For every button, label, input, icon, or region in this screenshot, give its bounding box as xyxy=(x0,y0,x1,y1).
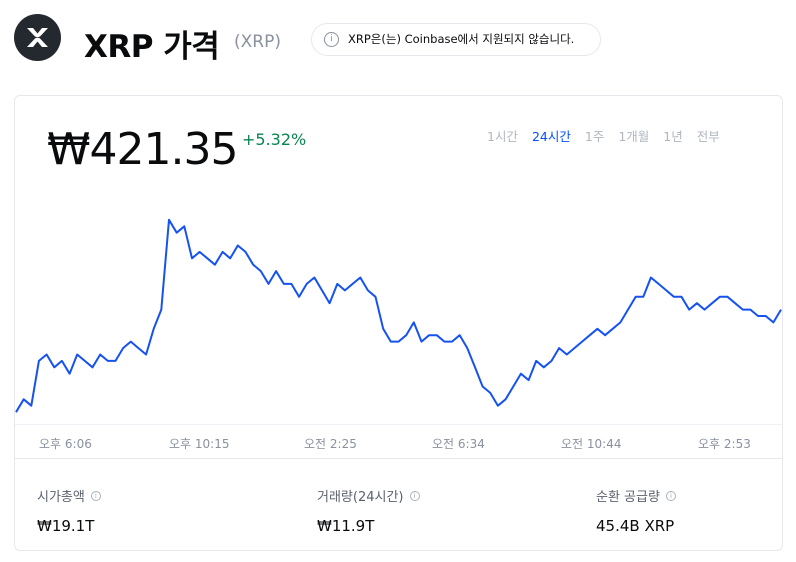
range-1h[interactable]: 1시간 xyxy=(487,126,518,145)
page-header: XRP 가격 (XRP) i XRP은(는) Coinbase에서 지원되지 않… xyxy=(14,14,774,66)
info-icon[interactable]: i xyxy=(90,490,101,501)
range-24h[interactable]: 24시간 xyxy=(532,126,571,145)
chart-axis-line xyxy=(15,424,782,425)
xrp-logo-icon xyxy=(14,14,61,61)
stat-label: 시가총액 xyxy=(37,490,85,505)
info-icon[interactable]: i xyxy=(665,490,676,501)
x-axis-label: 오전 6:34 xyxy=(432,437,485,451)
stat-value: ₩11.9T xyxy=(317,517,375,535)
time-range-selector: 1시간 24시간 1주 1개월 1년 전부 xyxy=(487,126,734,145)
price-change: +5.32% xyxy=(242,130,307,149)
stat-circulating-supply: 순환 공급량 i 45.4B XRP xyxy=(596,486,676,535)
stat-value: ₩19.1T xyxy=(37,517,95,535)
notice-text: XRP은(는) Coinbase에서 지원되지 않습니다. xyxy=(348,32,575,46)
stats-divider xyxy=(15,458,782,459)
unsupported-notice: i XRP은(는) Coinbase에서 지원되지 않습니다. xyxy=(311,23,601,56)
ticker-symbol: (XRP) xyxy=(234,32,281,52)
info-icon: i xyxy=(324,32,339,47)
page-title: XRP 가격 xyxy=(84,29,220,65)
x-axis-labels: 오후 6:06 오후 10:15 오전 2:25 오전 6:34 오전 10:44 오후 … xyxy=(15,435,782,451)
stat-value: 45.4B XRP xyxy=(596,517,675,535)
price-line xyxy=(15,218,782,413)
x-axis-label: 오후 6:06 xyxy=(39,437,92,451)
stat-market-cap: 시가총액 i ₩19.1T xyxy=(37,486,101,535)
range-1w[interactable]: 1주 xyxy=(585,126,604,145)
stat-volume: 거래량(24시간) i ₩11.9T xyxy=(317,486,420,535)
x-axis-label: 오전 2:25 xyxy=(304,437,357,451)
price-chart[interactable] xyxy=(15,196,782,436)
price-card: ₩421.35 +5.32% 1시간 24시간 1주 1개월 1년 전부 오후 … xyxy=(14,95,783,551)
stat-label: 순환 공급량 xyxy=(596,490,660,505)
range-1y[interactable]: 1년 xyxy=(663,126,682,145)
x-axis-label: 오전 10:44 xyxy=(561,437,622,451)
x-axis-label: 오후 10:15 xyxy=(169,437,230,451)
range-all[interactable]: 전부 xyxy=(697,126,720,145)
info-icon[interactable]: i xyxy=(409,490,420,501)
range-1m[interactable]: 1개월 xyxy=(618,126,649,145)
stat-label: 거래량(24시간) xyxy=(317,490,404,505)
x-axis-label: 오후 2:53 xyxy=(698,437,751,451)
current-price: ₩421.35 xyxy=(47,124,238,175)
